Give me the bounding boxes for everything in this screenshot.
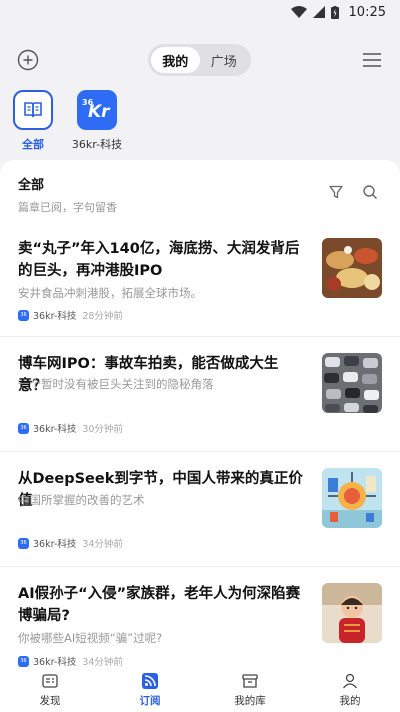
status-bar: 10:25	[0, 0, 400, 24]
battery-icon	[330, 5, 339, 19]
article-time: 34分钟前	[82, 657, 123, 668]
wifi-icon	[290, 6, 307, 18]
36kr-logo-icon: 36 Kr	[82, 98, 110, 122]
article-time: 34分钟前	[82, 539, 123, 550]
filter-icon[interactable]	[328, 184, 344, 200]
channel-36kr-logo: 36 Kr	[77, 90, 117, 130]
feed-subtitle: 篇章已阅，字句留香	[18, 201, 117, 214]
article-meta: 36 36kr-科技 34分钟前	[18, 536, 123, 550]
nav-library-label: 我的库	[234, 695, 266, 707]
article-time: 30分钟前	[82, 424, 123, 435]
status-time: 10:25	[348, 4, 386, 20]
nav-subscribe[interactable]: 订阅	[100, 670, 200, 712]
discover-icon	[42, 674, 58, 688]
nav-subscribe-label: 订阅	[139, 695, 161, 707]
article-source: 36kr-科技	[33, 657, 77, 668]
tab-square[interactable]: 广场	[200, 47, 249, 73]
nav-discover[interactable]: 发现	[0, 670, 100, 712]
feed-title: 全部	[18, 178, 45, 193]
source-icon: 36	[18, 422, 29, 434]
article-card[interactable]: AI假孙子“入侵”家族群，老年人为何深陷赛博骗局? 你被哪些AI短视频“骗”过呢…	[0, 567, 400, 670]
channel-36kr-label: 36kr-科技	[71, 138, 123, 151]
source-icon: 36	[18, 309, 29, 321]
article-desc: 中国所掌握的改善的艺术	[18, 493, 145, 507]
feed-header: 全部 篇章已阅，字句留香	[18, 174, 117, 215]
feed-panel: 全部 篇章已阅，字句留香 卖“丸子”年入140亿，海底捞、大润发背后的巨头，再冲…	[0, 160, 400, 670]
library-icon	[242, 674, 258, 688]
article-meta: 36 36kr-科技 34分钟前	[18, 654, 123, 668]
tab-mine[interactable]: 我的	[151, 47, 200, 73]
channel-all-label: 全部	[22, 138, 44, 151]
article-source: 36kr-科技	[33, 539, 77, 550]
baby-image	[322, 583, 382, 643]
article-meta: 36 36kr-科技 28分钟前	[18, 308, 123, 322]
source-icon: 36	[18, 537, 29, 549]
article-time: 28分钟前	[82, 311, 123, 322]
channel-36kr[interactable]: 36 Kr 36kr-科技	[62, 90, 132, 152]
article-title: AI假孙子“入侵”家族群，老年人为何深陷赛博骗局?	[18, 586, 301, 624]
article-desc: 一个暂时没有被巨头关注到的隐秘角落	[18, 377, 214, 391]
channel-all[interactable]: 全部	[0, 90, 68, 152]
nav-library[interactable]: 我的库	[200, 670, 300, 712]
header: 我的 广场	[0, 40, 400, 80]
nav-discover-label: 发现	[39, 695, 61, 707]
search-icon[interactable]	[362, 184, 378, 200]
article-source: 36kr-科技	[33, 424, 77, 435]
add-icon[interactable]	[17, 49, 39, 71]
article-meta: 36 36kr-科技 30分钟前	[18, 421, 123, 435]
article-card[interactable]: 从DeepSeek到字节，中国人带来的真正价值 中国所掌握的改善的艺术 36 3…	[0, 452, 400, 567]
profile-icon	[342, 673, 358, 689]
menu-icon[interactable]	[362, 51, 382, 69]
article-desc: 安井食品冲刺港股，拓展全球市场。	[18, 286, 202, 300]
source-icon: 36	[18, 655, 29, 667]
book-icon	[24, 102, 42, 118]
rss-icon	[142, 673, 158, 689]
article-title: 卖“丸子”年入140亿，海底捞、大润发背后的巨头，再冲港股IPO	[18, 241, 300, 279]
food-image	[322, 238, 382, 298]
channel-all-icon-frame	[13, 90, 53, 130]
channel-list: 全部 36 Kr 36kr-科技	[0, 90, 400, 160]
article-card[interactable]: 卖“丸子”年入140亿，海底捞、大润发背后的巨头，再冲港股IPO 安井食品冲刺港…	[0, 222, 400, 337]
article-desc: 你被哪些AI短视频“骗”过呢?	[18, 631, 163, 645]
nav-profile-label: 我的	[339, 695, 361, 707]
article-source: 36kr-科技	[33, 311, 77, 322]
view-switcher: 我的 广场	[148, 44, 251, 76]
signal-icon	[312, 6, 325, 18]
illustration-image	[322, 468, 382, 528]
cars-image	[322, 353, 382, 413]
article-card[interactable]: 博车网IPO：事故车拍卖，能否做成大生意？ 一个暂时没有被巨头关注到的隐秘角落 …	[0, 337, 400, 452]
bottom-nav: 发现 订阅 我的库 我的	[0, 670, 400, 712]
nav-profile[interactable]: 我的	[300, 670, 400, 712]
